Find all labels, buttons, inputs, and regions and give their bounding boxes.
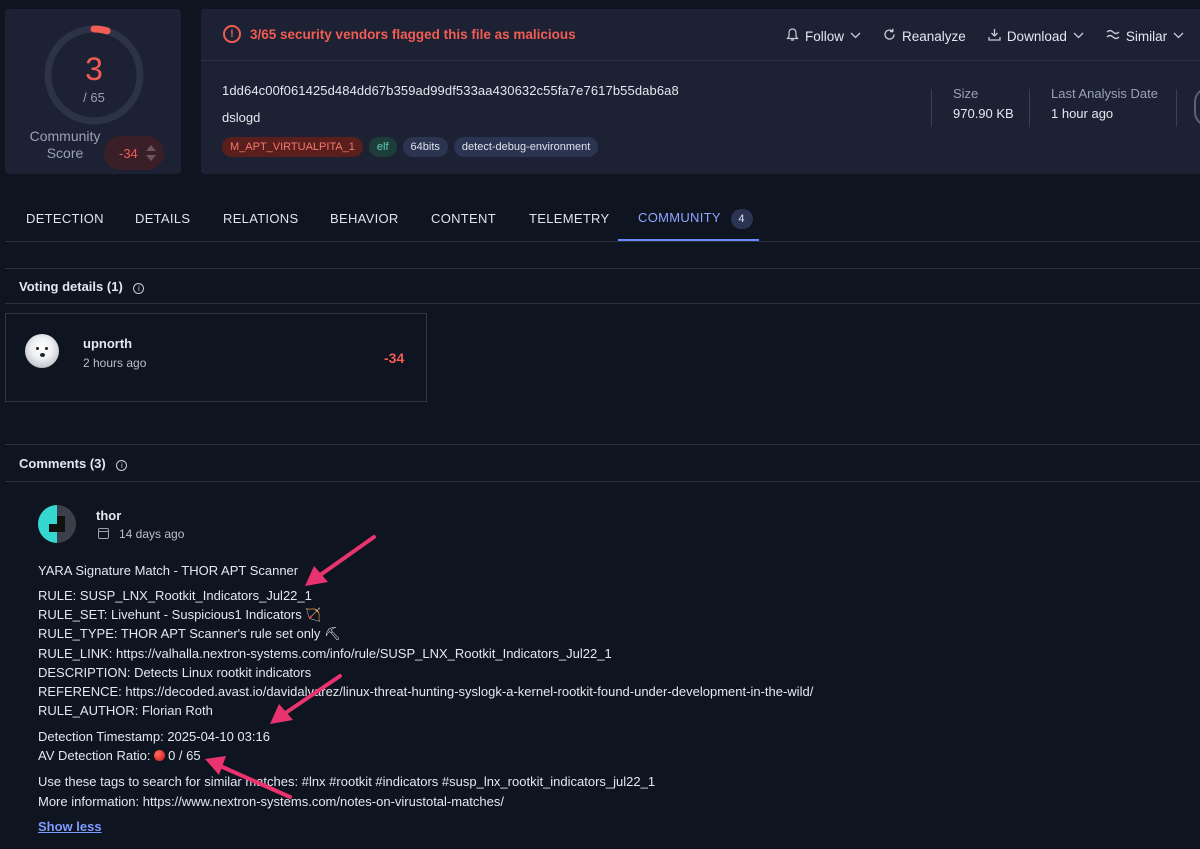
comments-count: (3) — [89, 456, 106, 471]
comment-line: Detection Timestamp: 2025-04-10 03:16 — [38, 729, 270, 744]
avatar[interactable] — [25, 334, 59, 368]
comment-line: Use these tags to search for similar mat… — [38, 774, 656, 789]
last-analysis-label: Last Analysis Date — [1051, 86, 1158, 101]
annotation-arrow — [305, 535, 376, 586]
active-tab-indicator — [618, 239, 759, 241]
chevron-down-icon — [1173, 31, 1184, 42]
file-tags: M_APT_VIRTUALPITA_1 elf 64bits detect-de… — [222, 137, 599, 157]
tab-bar: DETECTION DETAILS RELATIONS BEHAVIOR CON… — [5, 196, 1200, 242]
section-divider — [5, 268, 1200, 269]
info-icon[interactable]: i — [133, 283, 145, 294]
comment-line: RULE_TYPE: THOR APT Scanner's rule set o… — [38, 626, 341, 641]
comments-title: Comments — [19, 456, 87, 471]
info-icon[interactable]: i — [116, 460, 128, 471]
vote-time: 2 hours ago — [83, 356, 147, 370]
tab-community-count: 4 — [730, 209, 753, 229]
comment-line: RULE: SUSP_LNX_Rootkit_Indicators_Jul22_… — [38, 588, 312, 603]
refresh-icon — [883, 28, 896, 44]
bell-icon — [786, 27, 799, 45]
vote-username[interactable]: upnorth — [83, 336, 132, 351]
action-toolbar: Follow Reanalyze Download Similar — [786, 26, 1200, 46]
vote-card: upnorth 2 hours ago -34 — [5, 313, 427, 402]
similar-label: Similar — [1125, 28, 1168, 44]
file-name: dslogd — [222, 110, 261, 125]
show-less-link[interactable]: Show less — [38, 819, 102, 834]
alert-bar: ! 3/65 security vendors flagged this fil… — [201, 9, 1200, 61]
avatar-nose — [40, 353, 45, 357]
chevron-down-icon — [850, 31, 861, 42]
tab-community[interactable]: COMMUNITY 4 — [638, 209, 753, 229]
detection-total: / 65 — [83, 90, 105, 105]
chevron-down-icon — [1073, 31, 1084, 42]
download-label: Download — [1006, 28, 1067, 44]
detection-score-card: 3 / 65 Community Score -34 — [5, 9, 181, 174]
tab-details[interactable]: DETAILS — [135, 211, 190, 226]
av-ratio-value: 0 / 65 — [168, 748, 201, 763]
similar-icon — [1106, 29, 1120, 44]
follow-label: Follow — [805, 28, 845, 44]
download-button[interactable]: Download — [988, 26, 1084, 46]
file-header-card: ! 3/65 security vendors flagged this fil… — [201, 9, 1200, 174]
section-divider — [5, 444, 1200, 445]
comment-line: RULE_AUTHOR: Florian Roth — [38, 703, 213, 718]
calendar-icon — [98, 528, 109, 539]
comment-line: More information: https://www.nextron-sy… — [38, 794, 504, 809]
voting-details-header: Voting details (1) i — [19, 279, 145, 294]
section-divider — [5, 481, 1200, 482]
comment-line: DESCRIPTION: Detects Linux rootkit indic… — [38, 665, 312, 680]
tag-yara-rule[interactable]: M_APT_VIRTUALPITA_1 — [222, 137, 363, 157]
tag-arch[interactable]: 64bits — [402, 137, 448, 157]
detection-count: 3 — [85, 51, 103, 87]
comment-line: RULE_LINK: https://valhalla.nextron-syst… — [38, 646, 612, 661]
comment-time: 14 days ago — [119, 527, 185, 541]
section-divider — [5, 303, 1200, 304]
comment-line: RULE_SET: Livehunt - Suspicious1 Indicat… — [38, 607, 322, 622]
vote-score: -34 — [384, 350, 405, 366]
av-ratio-line: AV Detection Ratio: 0 / 65 — [38, 748, 201, 763]
tab-content[interactable]: CONTENT — [431, 211, 496, 226]
tag-filetype[interactable]: elf — [368, 137, 397, 157]
alert-text: 3/65 security vendors flagged this file … — [250, 27, 576, 42]
reanalyze-button[interactable]: Reanalyze — [883, 26, 966, 46]
red-circle-icon — [154, 750, 166, 761]
reanalyze-label: Reanalyze — [902, 28, 966, 44]
alert-circle-icon: ! — [223, 25, 241, 43]
tab-telemetry[interactable]: TELEMETRY — [529, 211, 609, 226]
file-type-badge — [1194, 87, 1200, 127]
tab-relations[interactable]: RELATIONS — [223, 211, 298, 226]
community-score-label: Community Score — [29, 128, 101, 161]
avatar-shape — [49, 516, 57, 524]
avatar-eye — [45, 347, 48, 350]
divider — [1176, 89, 1177, 127]
comments-header: Comments (3) i — [19, 456, 128, 471]
community-score-pill: -34 — [104, 136, 164, 170]
av-ratio-label: AV Detection Ratio: — [38, 748, 155, 763]
voting-details-count: (1) — [106, 279, 123, 294]
tag-behavior[interactable]: detect-debug-environment — [453, 137, 599, 157]
size-value: 970.90 KB — [953, 106, 1014, 121]
follow-button[interactable]: Follow — [786, 26, 861, 46]
tab-detection[interactable]: DETECTION — [26, 211, 104, 226]
vote-down-icon[interactable] — [146, 155, 156, 161]
voting-details-title: Voting details — [19, 279, 104, 294]
divider — [1029, 89, 1030, 127]
tab-community-label: COMMUNITY — [638, 210, 721, 225]
last-analysis-value: 1 hour ago — [1051, 106, 1114, 121]
size-label: Size — [953, 86, 979, 101]
community-score-value: -34 — [119, 146, 138, 161]
avatar-eye — [36, 347, 39, 350]
divider — [931, 89, 932, 127]
comment-line: YARA Signature Match - THOR APT Scanner — [38, 563, 299, 578]
similar-button[interactable]: Similar — [1106, 26, 1184, 46]
download-icon — [988, 28, 1001, 44]
tab-behavior[interactable]: BEHAVIOR — [330, 211, 399, 226]
file-hash[interactable]: 1dd64c00f061425d484dd67b359ad99df533aa43… — [222, 83, 679, 98]
vote-up-icon[interactable] — [146, 145, 156, 151]
comment-line: REFERENCE: https://decoded.avast.io/davi… — [38, 684, 814, 699]
avatar[interactable] — [38, 505, 76, 543]
comment-username[interactable]: thor — [96, 508, 121, 523]
